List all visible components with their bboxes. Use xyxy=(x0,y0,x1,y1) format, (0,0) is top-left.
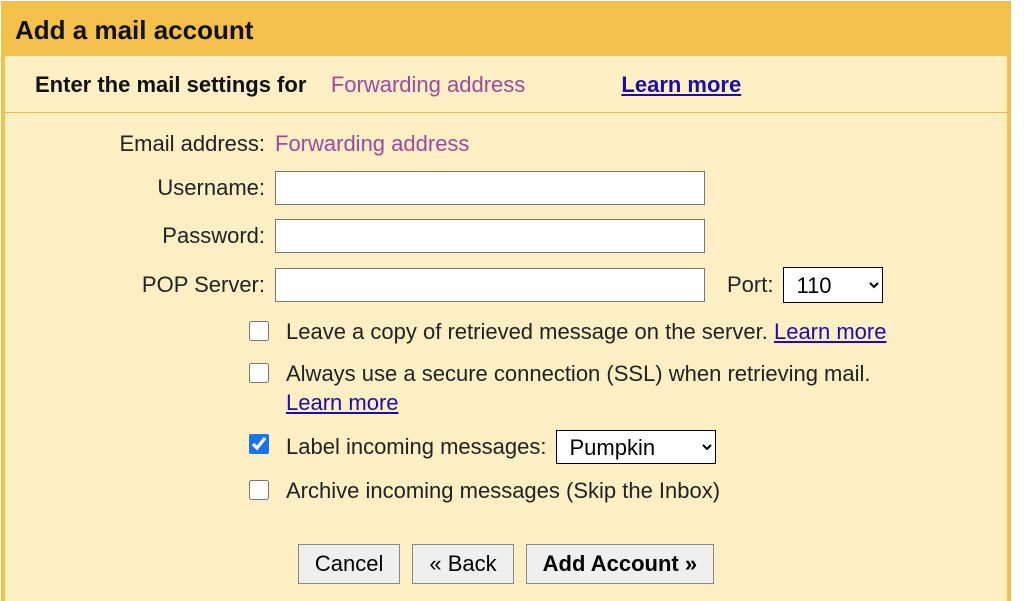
back-button[interactable]: « Back xyxy=(412,544,513,584)
title-bar: Add a mail account xyxy=(5,5,1007,56)
leave-copy-text: Leave a copy of retrieved message on the… xyxy=(286,319,768,344)
leave-copy-checkbox[interactable] xyxy=(249,321,269,341)
archive-text: Archive incoming messages (Skip the Inbo… xyxy=(286,478,720,503)
instruction-learn-more-link[interactable]: Learn more xyxy=(621,72,741,97)
label-incoming-select[interactable]: Pumpkin xyxy=(556,430,716,464)
pop-server-input[interactable] xyxy=(275,268,705,302)
label-incoming-text: Label incoming messages: xyxy=(286,432,546,462)
option-archive: Archive incoming messages (Skip the Inbo… xyxy=(245,476,967,506)
port-select[interactable]: 110 xyxy=(783,267,883,303)
instruction-forwarding-address: Forwarding address xyxy=(331,72,525,97)
password-input[interactable] xyxy=(275,219,705,253)
email-value: Forwarding address xyxy=(275,131,469,157)
instruction-bar: Enter the mail settings for Forwarding a… xyxy=(5,56,1007,113)
ssl-checkbox[interactable] xyxy=(249,363,269,383)
row-password: Password: xyxy=(45,219,967,253)
label-incoming-checkbox[interactable] xyxy=(249,434,269,454)
username-label: Username: xyxy=(45,175,275,201)
ssl-text: Always use a secure connection (SSL) whe… xyxy=(286,361,871,386)
row-username: Username: xyxy=(45,171,967,205)
button-row: Cancel « Back Add Account » xyxy=(45,518,967,601)
row-email: Email address: Forwarding address xyxy=(45,131,967,157)
pop-server-label: POP Server: xyxy=(45,272,275,298)
archive-checkbox[interactable] xyxy=(249,480,269,500)
port-label: Port: xyxy=(727,272,773,298)
username-input[interactable] xyxy=(275,171,705,205)
leave-copy-learn-more-link[interactable]: Learn more xyxy=(774,319,887,344)
ssl-learn-more-link[interactable]: Learn more xyxy=(286,390,399,415)
password-label: Password: xyxy=(45,223,275,249)
dialog-title: Add a mail account xyxy=(15,15,993,46)
instruction-text: Enter the mail settings for xyxy=(35,72,306,97)
cancel-button[interactable]: Cancel xyxy=(298,544,400,584)
add-mail-account-dialog: Add a mail account Enter the mail settin… xyxy=(1,1,1011,601)
row-pop-server: POP Server: Port: 110 xyxy=(45,267,967,303)
form-area: Email address: Forwarding address Userna… xyxy=(5,113,1007,601)
option-ssl: Always use a secure connection (SSL) whe… xyxy=(245,359,967,418)
option-label-incoming: Label incoming messages: Pumpkin xyxy=(245,430,967,464)
add-account-button[interactable]: Add Account » xyxy=(526,544,714,584)
email-label: Email address: xyxy=(45,131,275,157)
option-leave-copy: Leave a copy of retrieved message on the… xyxy=(245,317,967,347)
